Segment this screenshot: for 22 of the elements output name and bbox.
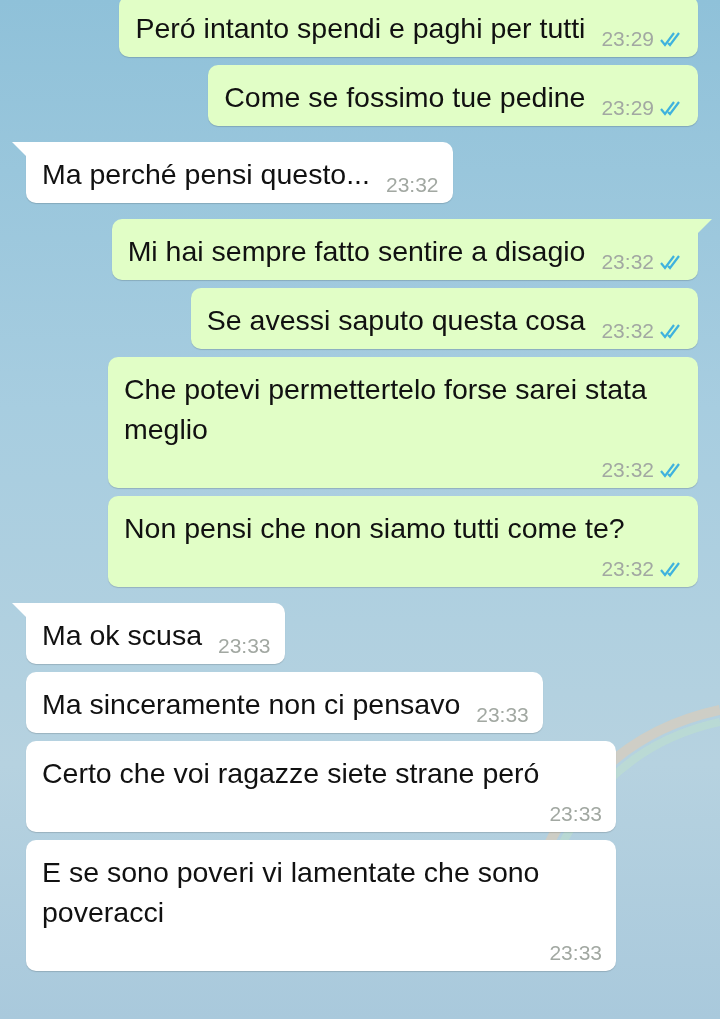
message-time: 23:33 (549, 940, 602, 966)
message-text: Che potevi permettertelo forse sarei stata meglio (124, 372, 648, 447)
message-time: 23:32 (601, 318, 654, 344)
message-text: Ma ok scusa (42, 618, 202, 653)
message-time: 23:33 (549, 801, 602, 827)
message-time: 23:32 (601, 249, 654, 275)
message-text: Ma sinceramente non ci pensavo (42, 687, 461, 722)
message-text: Come se fossimo tue pedine (224, 80, 586, 115)
message-text: Peró intanto spendi e paghi per tutti (135, 11, 586, 46)
message-text: Certo che voi ragazze siete strane peró (42, 756, 540, 791)
message-time: 23:33 (218, 633, 271, 659)
message-text: Ma perché pensi questo... (42, 157, 370, 192)
message-time: 23:32 (601, 556, 654, 582)
message-time: 23:33 (476, 702, 529, 728)
message-text: Mi hai sempre fatto sentire a disagio (127, 234, 586, 269)
message-time: 23:29 (601, 95, 654, 121)
message-text: E se sono poveri vi lamentate che sono poveracci (42, 855, 541, 930)
message-time: 23:32 (385, 172, 439, 198)
message-text: Non pensi che non siamo tutti come te? (124, 511, 625, 546)
message-time: 23:29 (601, 26, 654, 52)
message-text: Se avessi saputo questa cosa (206, 303, 586, 338)
message-time: 23:32 (601, 457, 654, 483)
